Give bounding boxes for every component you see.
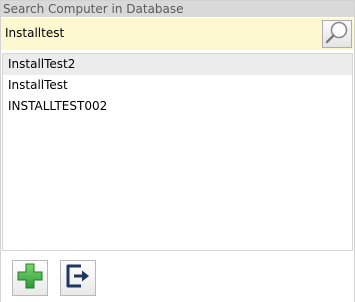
search-computer-panel: Search Computer in Database InstallTest2… xyxy=(0,0,355,302)
list-item[interactable]: InstallTest2 xyxy=(3,54,352,75)
search-button[interactable] xyxy=(322,20,352,48)
green-plus-icon xyxy=(16,262,44,294)
search-row xyxy=(1,18,354,50)
list-item-label: InstallTest2 xyxy=(8,57,76,71)
search-input[interactable] xyxy=(3,20,318,46)
panel-title: Search Computer in Database xyxy=(1,1,354,17)
toolbar xyxy=(1,252,354,302)
exit-button[interactable] xyxy=(60,260,96,296)
list-item[interactable]: INSTALLTEST002 xyxy=(3,96,352,117)
results-list[interactable]: InstallTest2 InstallTest INSTALLTEST002 xyxy=(2,53,353,251)
list-item-label: INSTALLTEST002 xyxy=(8,99,108,113)
list-item-label: InstallTest xyxy=(8,78,68,92)
exit-arrow-icon xyxy=(64,262,92,294)
add-computer-button[interactable] xyxy=(12,260,48,296)
magnifier-icon xyxy=(324,20,350,48)
list-item[interactable]: InstallTest xyxy=(3,75,352,96)
